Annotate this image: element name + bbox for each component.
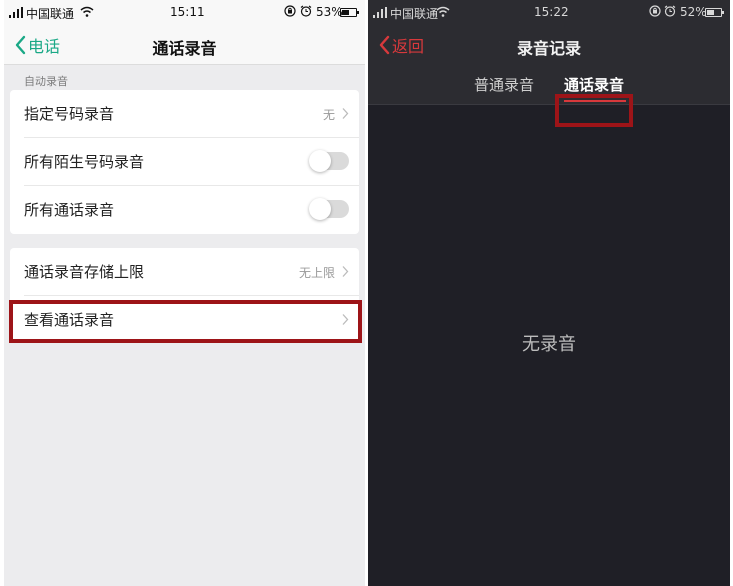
strangers-record-row: 所有陌生号码录音 xyxy=(10,138,359,186)
highlight-box xyxy=(9,300,362,343)
tab-normal-recordings[interactable]: 普通录音 xyxy=(474,74,534,95)
page-title: 录音记录 xyxy=(516,39,581,58)
left-screen: 中国联通 15:11 53% 电话 通话录音 自动录音 指定号码录音 无 所有陌… xyxy=(4,0,365,586)
strangers-record-toggle[interactable] xyxy=(309,150,349,172)
wifi-icon xyxy=(80,6,94,17)
rotation-lock-icon xyxy=(284,5,296,17)
battery-icon xyxy=(340,8,359,17)
status-time: 15:11 xyxy=(170,5,205,19)
storage-limit-row[interactable]: 通话录音存储上限 无上限 xyxy=(10,248,359,296)
empty-state-text: 无录音 xyxy=(522,334,576,355)
row-value: 无 xyxy=(322,108,335,122)
row-label: 指定号码录音 xyxy=(24,105,115,123)
alarm-icon xyxy=(300,5,312,17)
nav-bar: 电话 通话录音 xyxy=(4,26,365,65)
carrier-name: 中国联通 xyxy=(390,7,439,21)
specific-number-record-row[interactable]: 指定号码录音 无 xyxy=(10,90,359,138)
signal-icon xyxy=(373,7,389,18)
signal-icon xyxy=(9,7,25,18)
row-label: 通话录音存储上限 xyxy=(24,263,145,281)
status-time: 15:22 xyxy=(534,5,569,19)
chevron-right-icon xyxy=(342,266,349,277)
status-bar: 中国联通 15:22 52% xyxy=(368,0,730,26)
all-calls-record-toggle[interactable] xyxy=(309,198,349,220)
row-label: 所有陌生号码录音 xyxy=(24,153,145,171)
rotation-lock-icon xyxy=(649,5,661,17)
carrier-name: 中国联通 xyxy=(26,7,75,21)
row-label: 所有通话录音 xyxy=(24,201,115,219)
auto-record-group: 指定号码录音 无 所有陌生号码录音 所有通话录音 xyxy=(10,90,359,234)
page-title: 通话录音 xyxy=(152,39,217,58)
all-calls-record-row: 所有通话录音 xyxy=(10,186,359,234)
highlight-box xyxy=(555,94,633,127)
row-value: 无上限 xyxy=(298,266,335,280)
tab-call-recordings[interactable]: 通话录音 xyxy=(564,74,624,95)
battery-percent: 53% xyxy=(316,5,343,19)
status-bar: 中国联通 15:11 53% xyxy=(4,0,365,26)
wifi-icon xyxy=(436,6,450,17)
battery-percent: 52% xyxy=(680,5,707,19)
nav-bar: 返回 录音记录 普通录音 通话录音 xyxy=(368,26,730,127)
right-screen: 中国联通 15:22 52% 返回 录音记录 普通录音 通话录音 无录音 xyxy=(368,0,730,586)
battery-icon xyxy=(705,8,724,17)
alarm-icon xyxy=(664,5,676,17)
section-label: 自动录音 xyxy=(24,75,68,88)
chevron-right-icon xyxy=(342,108,349,119)
